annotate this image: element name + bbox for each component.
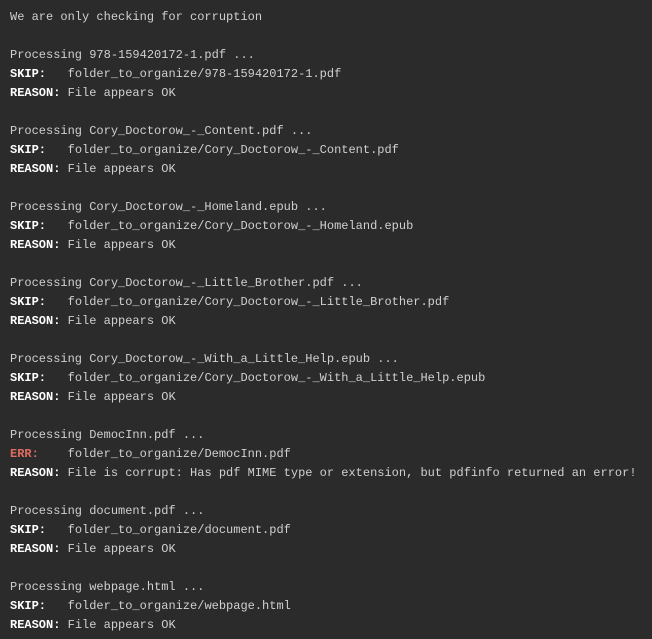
terminal-output: We are only checking for corruption Proc… — [0, 0, 652, 639]
status-path: folder_to_organize/Cory_Doctorow_-_With_… — [68, 371, 486, 385]
status-path: folder_to_organize/Cory_Doctorow_-_Conte… — [68, 143, 399, 157]
reason-line: REASON: File appears OK — [10, 616, 642, 635]
reason-line: REASON: File is corrupt: Has pdf MIME ty… — [10, 464, 642, 483]
blank-line — [10, 559, 642, 578]
reason-line: REASON: File appears OK — [10, 84, 642, 103]
processing-line: Processing Cory_Doctorow_-_Little_Brothe… — [10, 274, 642, 293]
status-path: folder_to_organize/document.pdf — [68, 523, 291, 537]
reason-label: REASON: — [10, 540, 60, 559]
reason-label: REASON: — [10, 616, 60, 635]
reason-text: File appears OK — [68, 86, 176, 100]
status-line: SKIP: folder_to_organize/Cory_Doctorow_-… — [10, 141, 642, 160]
status-label: SKIP: — [10, 141, 46, 160]
reason-label: REASON: — [10, 464, 60, 483]
status-path: folder_to_organize/978-159420172-1.pdf — [68, 67, 342, 81]
reason-text: File appears OK — [68, 542, 176, 556]
status-line: SKIP: folder_to_organize/Cory_Doctorow_-… — [10, 293, 642, 312]
reason-line: REASON: File appears OK — [10, 388, 642, 407]
status-label: SKIP: — [10, 597, 46, 616]
reason-text: File appears OK — [68, 390, 176, 404]
reason-text: File appears OK — [68, 314, 176, 328]
reason-label: REASON: — [10, 312, 60, 331]
reason-line: REASON: File appears OK — [10, 160, 642, 179]
reason-text: File appears OK — [68, 618, 176, 632]
status-path: folder_to_organize/webpage.html — [68, 599, 291, 613]
reason-line: REASON: File appears OK — [10, 236, 642, 255]
blank-line — [10, 331, 642, 350]
status-path: folder_to_organize/Cory_Doctorow_-_Littl… — [68, 295, 450, 309]
status-label: SKIP: — [10, 65, 46, 84]
blank-line — [10, 255, 642, 274]
status-line: SKIP: folder_to_organize/Cory_Doctorow_-… — [10, 217, 642, 236]
blank-line — [10, 407, 642, 426]
blank-line — [10, 483, 642, 502]
blank-line — [10, 179, 642, 198]
status-line: SKIP: folder_to_organize/webpage.html — [10, 597, 642, 616]
status-line: SKIP: folder_to_organize/document.pdf — [10, 521, 642, 540]
status-path: folder_to_organize/DemocInn.pdf — [68, 447, 291, 461]
terminal-intro-line: We are only checking for corruption — [10, 8, 642, 27]
blank-line — [10, 27, 642, 46]
status-label: SKIP: — [10, 293, 46, 312]
processing-line: Processing DemocInn.pdf ... — [10, 426, 642, 445]
processing-line: Processing document.pdf ... — [10, 502, 642, 521]
processing-line: Processing webpage.html ... — [10, 578, 642, 597]
status-label: SKIP: — [10, 369, 46, 388]
reason-label: REASON: — [10, 236, 60, 255]
reason-text: File appears OK — [68, 238, 176, 252]
reason-text: File is corrupt: Has pdf MIME type or ex… — [68, 466, 637, 480]
reason-label: REASON: — [10, 84, 60, 103]
blank-line — [10, 103, 642, 122]
status-line: SKIP: folder_to_organize/978-159420172-1… — [10, 65, 642, 84]
reason-line: REASON: File appears OK — [10, 312, 642, 331]
processing-line: Processing 978-159420172-1.pdf ... — [10, 46, 642, 65]
processing-line: Processing Cory_Doctorow_-_Homeland.epub… — [10, 198, 642, 217]
reason-label: REASON: — [10, 388, 60, 407]
status-line: SKIP: folder_to_organize/Cory_Doctorow_-… — [10, 369, 642, 388]
processing-line: Processing Cory_Doctorow_-_With_a_Little… — [10, 350, 642, 369]
status-path: folder_to_organize/Cory_Doctorow_-_Homel… — [68, 219, 414, 233]
processing-line: Processing Cory_Doctorow_-_Content.pdf .… — [10, 122, 642, 141]
status-line: ERR: folder_to_organize/DemocInn.pdf — [10, 445, 642, 464]
status-label: SKIP: — [10, 521, 46, 540]
reason-text: File appears OK — [68, 162, 176, 176]
reason-label: REASON: — [10, 160, 60, 179]
status-label: ERR: — [10, 445, 39, 464]
status-label: SKIP: — [10, 217, 46, 236]
reason-line: REASON: File appears OK — [10, 540, 642, 559]
